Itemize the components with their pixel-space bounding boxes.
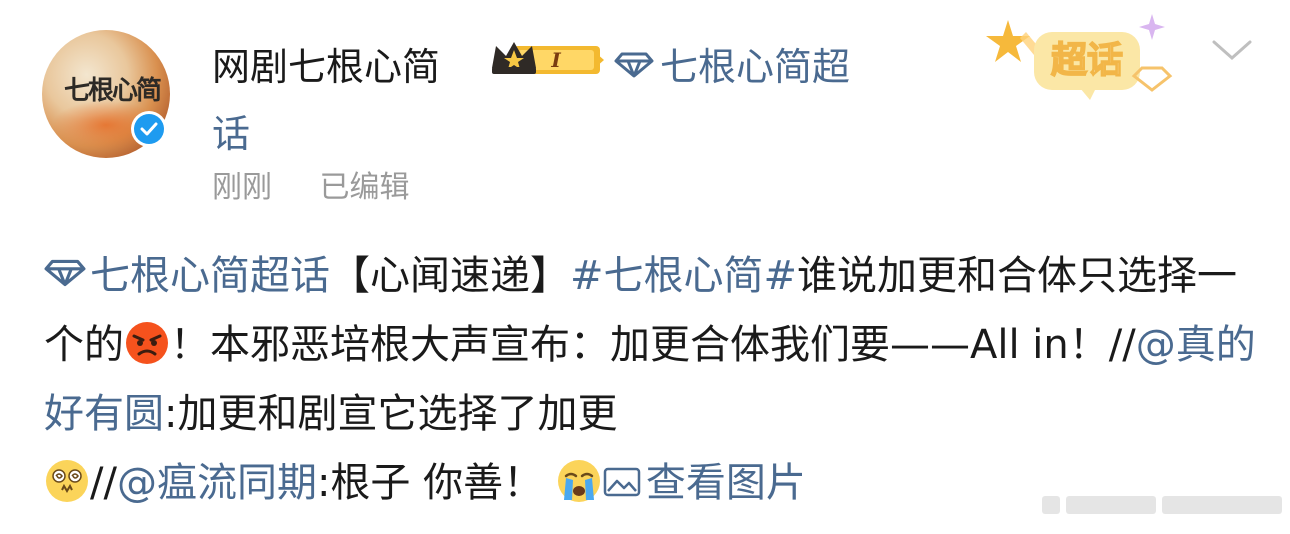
diamond-icon [44, 259, 86, 287]
diamond-icon [614, 52, 654, 78]
post-time: 刚刚 [212, 170, 272, 205]
member-level: I [550, 48, 561, 72]
super-topic-link[interactable]: 七根心简超 [614, 36, 850, 91]
super-topic-label[interactable]: 七根心简超 [660, 45, 850, 89]
view-images-label[interactable]: 查看图片 [646, 460, 806, 506]
super-topic-badge-label: 超话 [1051, 40, 1123, 81]
super-topic-link-cont[interactable]: 话 [212, 103, 250, 158]
verified-icon [131, 111, 167, 147]
image-icon [603, 467, 641, 497]
mention-2[interactable]: @瘟流同期 [117, 460, 317, 506]
hashtag-link[interactable]: #七根心简# [570, 253, 797, 299]
view-images-link[interactable]: 查看图片 [602, 460, 806, 506]
topic-link[interactable]: 七根心简超话 [44, 253, 330, 299]
body-text-1: 【心闻速递】 [330, 253, 570, 299]
body-text-6: :根子 你善！ [316, 460, 544, 506]
body-text-4: :加更和剧宣它选择了加更 [164, 391, 618, 437]
edited-label[interactable]: 已编辑 [320, 170, 410, 205]
crying-face-emoji [557, 460, 600, 502]
author-name[interactable]: 网剧七根心简 [212, 36, 440, 91]
body-text-3: ！本邪恶培根大声宣布：加更合体我们要——All in！// [170, 322, 1136, 368]
post-body: 七根心简超话【心闻速递】#七根心简#谁说加更和合体只选择一个的 ！本邪恶培根大声… [44, 242, 1274, 518]
super-topic-badge[interactable]: 超话 [986, 10, 1181, 100]
body-text-5: // [90, 460, 117, 506]
avatar-logo: 七根心简 [64, 76, 162, 106]
post-meta: 刚刚 已编辑 [212, 162, 448, 206]
angry-face-emoji [126, 322, 168, 364]
dizzy-face-emoji [46, 460, 88, 502]
crown-icon[interactable]: I [488, 38, 606, 78]
topic-link-label[interactable]: 七根心简超话 [90, 253, 330, 299]
watermark [1042, 496, 1282, 514]
chevron-down-icon[interactable] [1210, 36, 1254, 64]
